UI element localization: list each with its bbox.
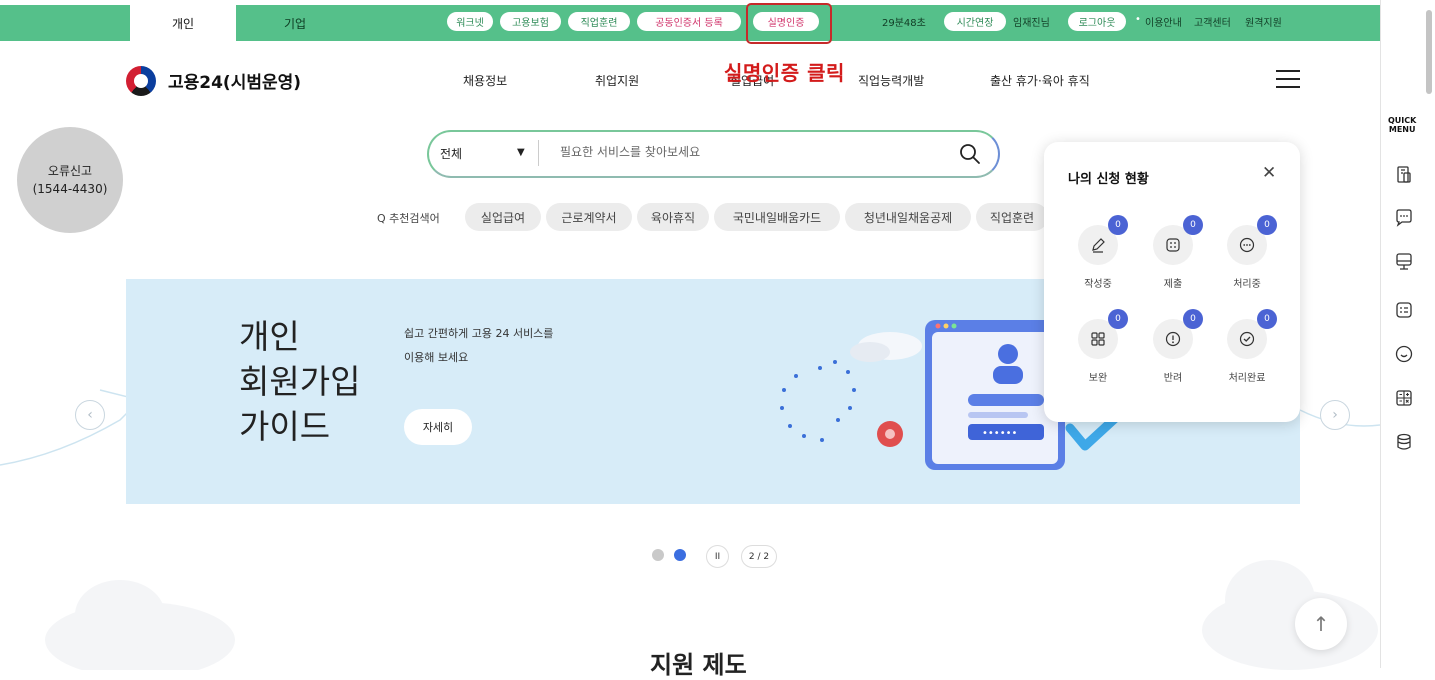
keyword-chip[interactable]: 실업급여	[465, 203, 541, 231]
calculator-icon[interactable]	[1394, 388, 1414, 408]
status-count-badge: 0	[1257, 215, 1277, 235]
caret-down-icon[interactable]: ▼	[517, 147, 525, 158]
link-guide[interactable]: 이용안내	[1145, 14, 1182, 29]
logo-emblem-icon[interactable]	[126, 66, 156, 96]
arrow-up-icon: ↑	[1312, 612, 1330, 636]
keyword-chip[interactable]: 육아휴직	[637, 203, 709, 231]
smile-icon[interactable]	[1394, 344, 1414, 364]
monitor-icon[interactable]	[1394, 252, 1414, 272]
chevron-right-icon: ›	[1332, 407, 1338, 423]
status-count-badge: 0	[1108, 309, 1128, 329]
banner-next-button[interactable]: ›	[1320, 400, 1350, 430]
keyword-chip[interactable]: 국민내일배움카드	[714, 203, 840, 231]
separator-dot: •	[1135, 14, 1141, 25]
chat-icon[interactable]	[1394, 208, 1414, 228]
error-report-button[interactable]: 오류신고 (1544-4430)	[17, 127, 123, 233]
banner-detail-button[interactable]: 자세히	[404, 409, 472, 445]
tab-individual[interactable]: 개인	[130, 5, 236, 41]
close-icon[interactable]: ✕	[1262, 163, 1276, 183]
slide-dot-2[interactable]	[674, 549, 686, 561]
search-category-select[interactable]: 전체	[440, 145, 462, 162]
search-input[interactable]	[560, 141, 940, 163]
slide-pager: 2 / 2	[741, 545, 777, 568]
status-label: 반려	[1163, 373, 1183, 384]
error-report-label: 오류신고	[47, 164, 93, 178]
cloud-decoration	[45, 580, 235, 670]
banner-title: 개인 회원가입 가이드	[239, 317, 361, 446]
status-submitted[interactable]: 0 제출	[1141, 215, 1205, 290]
keyword-chip[interactable]: 직업훈련	[976, 203, 1048, 231]
checklist-icon	[1166, 238, 1180, 252]
status-writing[interactable]: 0 작성중	[1066, 215, 1130, 290]
keyword-chip[interactable]: 청년내일채움공제	[845, 203, 971, 231]
status-count-badge: 0	[1183, 215, 1203, 235]
search-divider	[538, 140, 539, 166]
link-remote-support[interactable]: 원격지원	[1245, 14, 1282, 29]
pencil-icon	[1092, 238, 1105, 253]
status-label: 제출	[1163, 279, 1183, 290]
link-worknet[interactable]: 워크넷	[447, 12, 493, 31]
slide-dot-1[interactable]	[652, 549, 664, 561]
document-icon[interactable]	[1394, 165, 1414, 185]
banner-prev-button[interactable]: ‹	[75, 400, 105, 430]
status-label: 보완	[1088, 373, 1108, 384]
nav-parental-leave[interactable]: 출산 휴가·육아 휴직	[990, 72, 1090, 89]
status-count-badge: 0	[1108, 215, 1128, 235]
status-count-badge: 0	[1183, 309, 1203, 329]
status-label: 처리완료	[1228, 373, 1266, 384]
annotation-text: 실명인증 클릭	[724, 61, 845, 85]
scrollbar-thumb[interactable]	[1426, 10, 1432, 94]
status-label: 작성중	[1084, 279, 1112, 290]
check-circle-icon	[1239, 331, 1255, 347]
pause-button[interactable]: II	[706, 545, 729, 568]
status-processing[interactable]: 0 처리중	[1215, 215, 1279, 290]
database-icon[interactable]	[1394, 432, 1414, 452]
more-circle-icon	[1239, 237, 1255, 253]
tab-company[interactable]: 기업	[240, 5, 350, 41]
site-logo-text[interactable]: 고용24(시범운영)	[168, 68, 301, 93]
hamburger-icon[interactable]	[1276, 70, 1300, 88]
status-completed[interactable]: 0 처리완료	[1215, 309, 1279, 384]
link-certificate-register[interactable]: 공동인증서 등록	[637, 12, 741, 31]
highlight-box	[746, 3, 832, 44]
extend-session-button[interactable]: 시간연장	[944, 12, 1006, 31]
link-customer-center[interactable]: 고객센터	[1194, 14, 1231, 29]
grid-icon	[1091, 332, 1105, 346]
session-timer: 29분48초	[882, 18, 926, 29]
keyword-chip[interactable]: 근로계약서	[546, 203, 632, 231]
cloud-decoration	[1202, 560, 1378, 670]
status-count-badge: 0	[1257, 309, 1277, 329]
section-title: 지원 제도	[650, 651, 747, 679]
link-vocational-training[interactable]: 직업훈련	[568, 12, 630, 31]
user-name: 임재진님	[1013, 18, 1050, 29]
status-rejected[interactable]: 0 반려	[1141, 309, 1205, 384]
logout-button[interactable]: 로그아웃	[1068, 12, 1126, 31]
banner-description: 쉽고 간편하게 고용 24 서비스를 이용해 보세요	[404, 327, 554, 364]
error-report-phone: (1544-4430)	[32, 182, 108, 196]
quick-menu-bar	[1380, 0, 1435, 668]
link-employment-insurance[interactable]: 고용보험	[500, 12, 561, 31]
panel-title: 나의 신청 현황	[1068, 172, 1149, 187]
nav-employment-support[interactable]: 취업지원	[595, 72, 639, 89]
alert-circle-icon	[1165, 331, 1181, 347]
svg-text:••••••: ••••••	[982, 428, 1017, 439]
status-label: 처리중	[1233, 279, 1261, 290]
scroll-top-button[interactable]: ↑	[1295, 598, 1347, 650]
search-icon[interactable]	[958, 142, 982, 166]
nav-skill-development[interactable]: 직업능력개발	[858, 72, 924, 89]
chevron-left-icon: ‹	[87, 407, 93, 423]
checklist-icon[interactable]	[1394, 300, 1414, 320]
status-supplement[interactable]: 0 보완	[1066, 309, 1130, 384]
recommended-keywords-label: Q 추천검색어	[377, 212, 440, 225]
nav-job-info[interactable]: 채용정보	[463, 72, 507, 89]
quick-menu-label: QUICK MENU	[1388, 116, 1417, 134]
